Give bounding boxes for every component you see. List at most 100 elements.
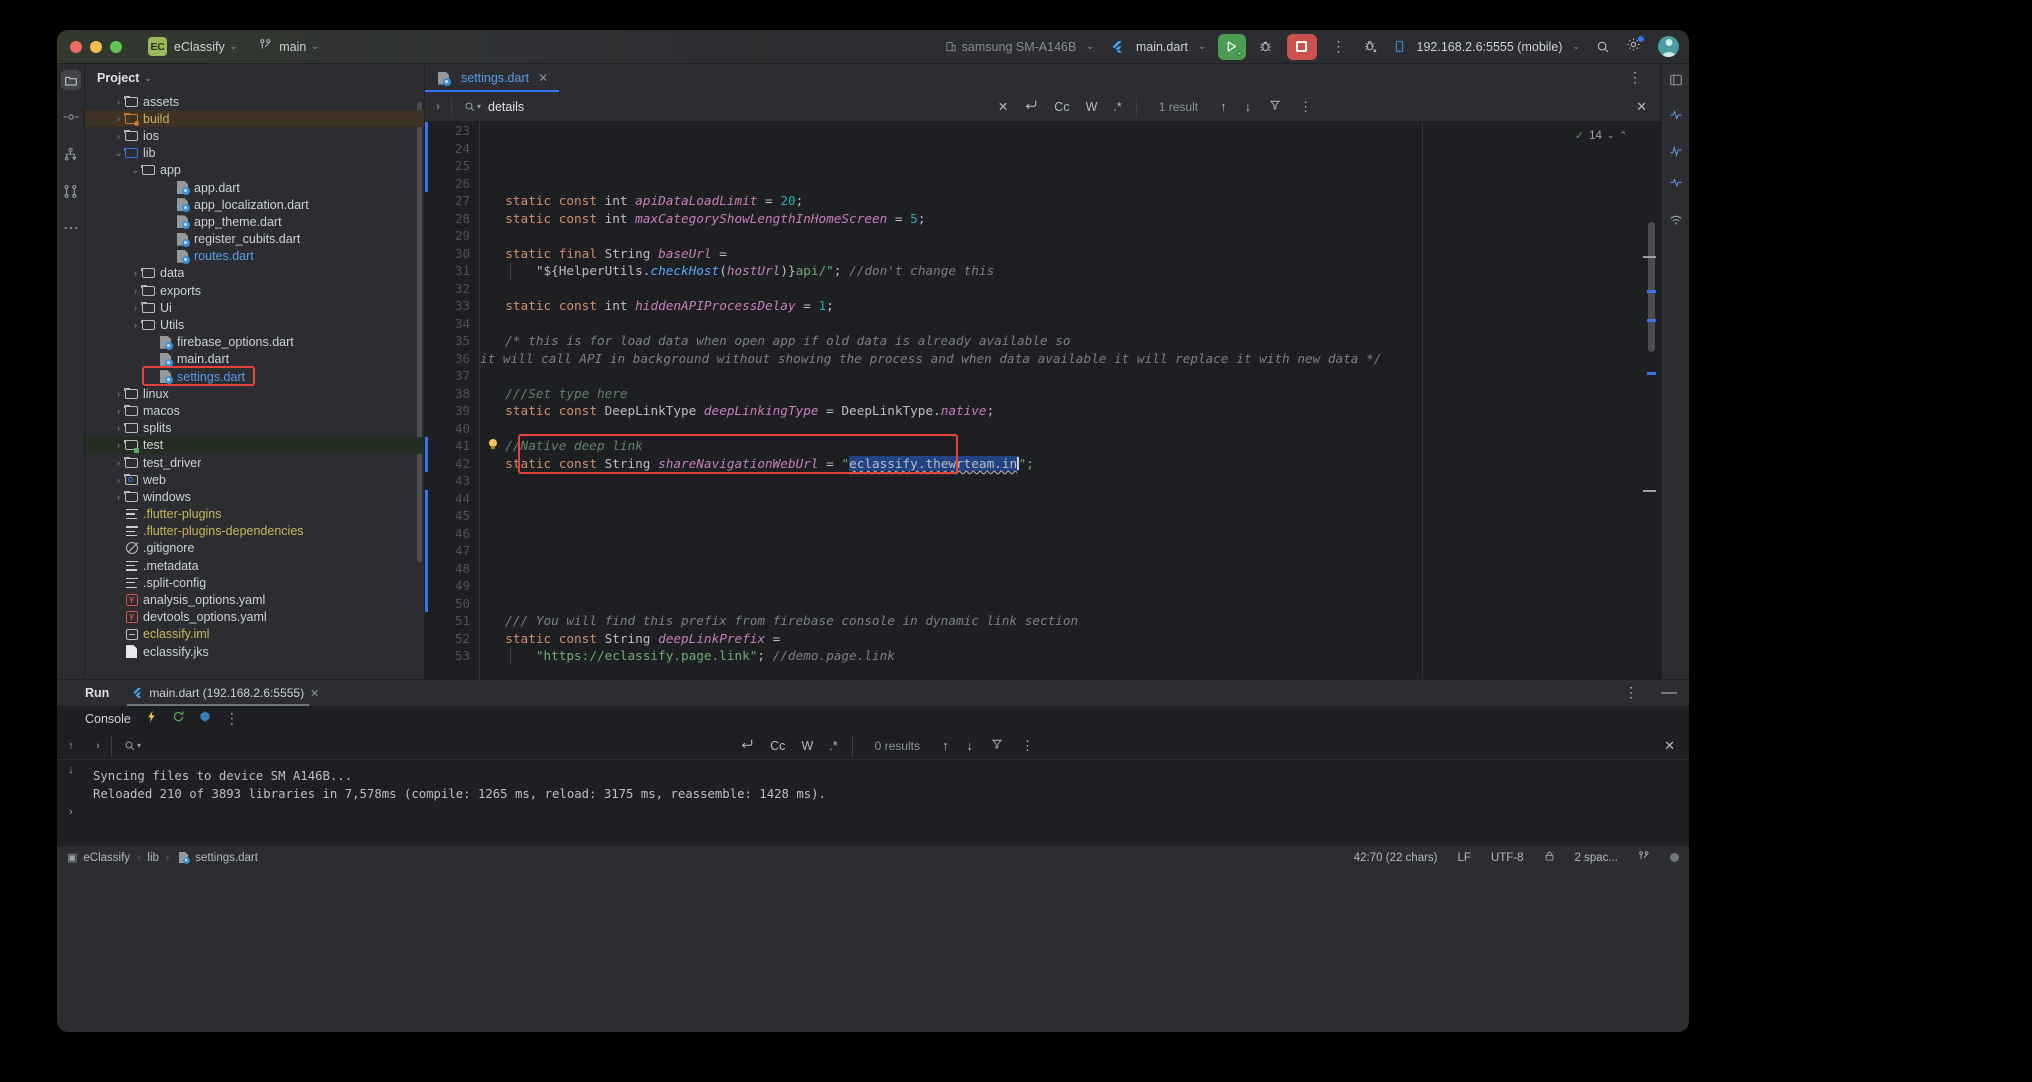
more-vertical-icon[interactable]: ⋮ bbox=[1619, 73, 1651, 83]
tree-item--gitignore[interactable]: .gitignore bbox=[85, 540, 424, 557]
match-case-toggle[interactable]: Cc bbox=[1054, 100, 1069, 114]
tree-item-web[interactable]: ›web bbox=[85, 471, 424, 488]
arrow-down-icon[interactable]: ↓ bbox=[1245, 99, 1252, 114]
arrow-up-icon[interactable]: ↑ bbox=[1220, 99, 1227, 114]
regex-toggle[interactable]: .* bbox=[1113, 100, 1121, 114]
code-line[interactable] bbox=[490, 507, 1637, 525]
breadcrumb-folder[interactable]: lib bbox=[147, 852, 159, 864]
code-line[interactable] bbox=[490, 122, 1637, 140]
code-line[interactable]: it will call API in background without s… bbox=[480, 350, 1637, 368]
close-icon[interactable]: ✕ bbox=[310, 687, 319, 700]
code-line[interactable]: ///Set type here bbox=[490, 385, 1637, 403]
more-actions-button[interactable]: ⋮ bbox=[1323, 42, 1355, 52]
commit-tool-icon[interactable] bbox=[61, 107, 81, 127]
vertical-scrollbar-thumb[interactable] bbox=[1648, 222, 1655, 352]
window-controls[interactable] bbox=[57, 41, 122, 53]
tree-item--split-config[interactable]: .split-config bbox=[85, 574, 424, 591]
tree-item-app[interactable]: ⌄app bbox=[85, 162, 424, 179]
code-line[interactable] bbox=[490, 420, 1637, 438]
flutter-outline-icon[interactable] bbox=[1666, 175, 1685, 194]
code-line[interactable] bbox=[490, 367, 1637, 385]
close-window-button[interactable] bbox=[70, 41, 82, 53]
scroll-down-icon[interactable]: ↓ bbox=[57, 760, 85, 776]
file-encoding[interactable]: UTF-8 bbox=[1491, 852, 1524, 864]
code-line[interactable] bbox=[490, 560, 1637, 578]
clear-search-icon[interactable]: ✕ bbox=[998, 99, 1008, 114]
version-control-tool-icon[interactable] bbox=[61, 181, 81, 201]
whole-words-toggle[interactable]: W bbox=[801, 739, 813, 753]
flutter-inspector-icon[interactable] bbox=[1666, 105, 1685, 124]
code-line[interactable]: "${HelperUtils.checkHost(hostUrl)}api/";… bbox=[490, 262, 1637, 280]
tree-item-exports[interactable]: ›exports bbox=[85, 282, 424, 299]
search-everywhere-button[interactable] bbox=[1588, 34, 1618, 60]
match-newline-icon[interactable] bbox=[740, 738, 754, 753]
chevron-right-icon[interactable]: › bbox=[130, 286, 141, 296]
chevron-up-icon[interactable]: ⌃ bbox=[1619, 130, 1627, 141]
chevron-right-icon[interactable]: › bbox=[113, 440, 124, 450]
tab-settings-dart[interactable]: settings.dart ✕ bbox=[425, 64, 559, 92]
settings-button[interactable] bbox=[1618, 37, 1649, 57]
code-line[interactable] bbox=[490, 525, 1637, 543]
code-line[interactable]: static const DeepLinkType deepLinkingTyp… bbox=[490, 402, 1637, 420]
regex-toggle[interactable]: .* bbox=[829, 739, 837, 753]
tree-item-utils[interactable]: ›Utils bbox=[85, 316, 424, 333]
code-line[interactable] bbox=[490, 595, 1637, 613]
code-line[interactable] bbox=[490, 472, 1637, 490]
chevron-right-icon[interactable]: › bbox=[113, 406, 124, 416]
close-find-bar[interactable]: ✕ bbox=[1636, 99, 1661, 115]
notifications-icon[interactable] bbox=[1666, 70, 1685, 89]
code-editor[interactable]: 2324252627282930313233343536373839404142… bbox=[425, 122, 1661, 679]
memory-indicator[interactable] bbox=[1670, 853, 1679, 862]
tree-item-app-dart[interactable]: app.dart bbox=[85, 179, 424, 196]
more-vertical-icon[interactable]: ⋮ bbox=[225, 714, 239, 724]
run-session-tab[interactable]: main.dart (192.168.2.6:5555) ✕ bbox=[131, 680, 319, 706]
find-input-value[interactable]: details bbox=[488, 100, 524, 114]
breadcrumb-file[interactable]: settings.dart bbox=[195, 852, 258, 864]
arrow-down-icon[interactable]: ↓ bbox=[966, 738, 973, 753]
tree-item-ios[interactable]: ›ios bbox=[85, 127, 424, 144]
tree-item-windows[interactable]: ›windows bbox=[85, 488, 424, 505]
tree-item-eclassify-jks[interactable]: eclassify.jks bbox=[85, 643, 424, 660]
filter-icon[interactable] bbox=[1269, 99, 1281, 114]
code-line[interactable] bbox=[490, 140, 1637, 158]
tree-item-devtools-options-yaml[interactable]: Ydevtools_options.yaml bbox=[85, 609, 424, 626]
chevron-right-icon[interactable]: › bbox=[113, 389, 124, 399]
console-label[interactable]: Console bbox=[85, 712, 131, 726]
run-config-selector[interactable]: main.dart ⌄ bbox=[1102, 34, 1214, 60]
filter-icon[interactable] bbox=[991, 738, 1003, 753]
code-line[interactable] bbox=[490, 175, 1637, 193]
stop-button[interactable] bbox=[1287, 34, 1317, 60]
intention-bulb-icon[interactable] bbox=[488, 439, 499, 452]
code-line[interactable]: static const int apiDataLoadLimit = 20; bbox=[490, 192, 1637, 210]
chevron-right-icon[interactable]: › bbox=[130, 303, 141, 313]
vcs-change-marker[interactable] bbox=[425, 122, 428, 192]
user-avatar[interactable] bbox=[1658, 36, 1679, 57]
vcs-change-marker[interactable] bbox=[425, 437, 428, 472]
tree-item-assets[interactable]: ›assets bbox=[85, 93, 424, 110]
chevron-right-icon[interactable]: › bbox=[130, 320, 141, 330]
tree-item-macos[interactable]: ›macos bbox=[85, 402, 424, 419]
code-line[interactable]: static const int maxCategoryShowLengthIn… bbox=[490, 210, 1637, 228]
code-line[interactable]: static const String deepLinkPrefix = bbox=[490, 630, 1637, 648]
code-line[interactable]: //Native deep link bbox=[490, 437, 1637, 455]
chevron-right-icon[interactable]: › bbox=[113, 97, 124, 107]
console-output[interactable]: ↓ › Syncing files to device SM A146B...R… bbox=[57, 760, 1689, 845]
structure-tool-icon[interactable] bbox=[61, 144, 81, 164]
device-selector[interactable]: samsung SM-A146B ⌄ bbox=[937, 34, 1102, 60]
more-vertical-icon[interactable]: ⋮ bbox=[1299, 102, 1312, 111]
chevron-down-icon[interactable]: ⌄ bbox=[230, 41, 238, 52]
project-file-tree[interactable]: ›assets›build›ios⌄lib⌄appapp.dartapp_loc… bbox=[85, 92, 424, 679]
project-panel-header[interactable]: Project ⌄ bbox=[85, 64, 424, 92]
code-line[interactable] bbox=[490, 227, 1637, 245]
tree-item-analysis-options-yaml[interactable]: Yanalysis_options.yaml bbox=[85, 591, 424, 608]
device-manager-icon[interactable] bbox=[1666, 210, 1685, 229]
tree-item-linux[interactable]: ›linux bbox=[85, 385, 424, 402]
run-button[interactable] bbox=[1218, 34, 1246, 60]
code-line[interactable] bbox=[490, 157, 1637, 175]
chevron-right-icon[interactable]: › bbox=[113, 475, 124, 485]
project-tool-icon[interactable] bbox=[61, 70, 81, 90]
code-line[interactable] bbox=[490, 315, 1637, 333]
debug-button[interactable] bbox=[1250, 34, 1281, 60]
chevron-down-icon[interactable]: ⌄ bbox=[113, 148, 124, 159]
git-branch-icon[interactable] bbox=[1638, 850, 1650, 865]
